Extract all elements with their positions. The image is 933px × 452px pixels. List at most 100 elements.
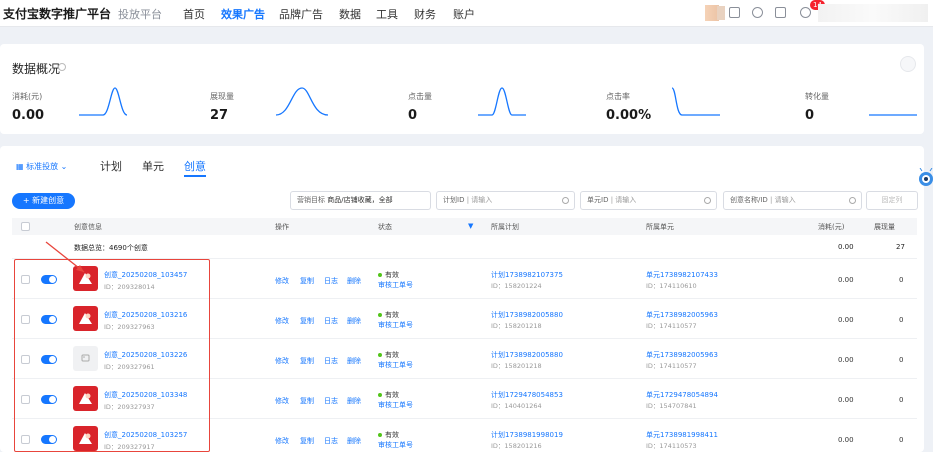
metric-cost: 消耗(元) 0.00 [12,91,44,123]
header-creative-info: 创意信息 [74,223,102,231]
header-impressions: 展现量 [874,223,895,231]
status-text: 有效 [378,390,399,400]
metric-ctr: 点击率 0.00% [606,91,651,123]
nav-brand-ads[interactable]: 品牌广告 [279,6,323,22]
unit-id: ID：174110577 [646,322,697,330]
mobile-icon[interactable] [729,7,740,18]
impressions-value: 0 [899,396,904,404]
edit-link[interactable]: 修改 [275,396,289,406]
delete-link[interactable]: 删除 [347,276,361,286]
copy-link[interactable]: 复制 [300,356,314,366]
unit-link[interactable]: 单元1738982005963 [646,350,718,360]
tab-plan[interactable]: 计划 [100,158,122,174]
delete-link[interactable]: 删除 [347,356,361,366]
review-ticket-link[interactable]: 审核工单号 [378,360,413,370]
review-ticket-link[interactable]: 审核工单号 [378,280,413,290]
select-all-checkbox[interactable] [21,222,30,231]
copy-link[interactable]: 复制 [300,436,314,446]
info-icon[interactable] [58,63,66,71]
nav-tools[interactable]: 工具 [376,6,398,22]
top-navigation-bar: 支付宝数字推广平台 投放平台 首页 效果广告 品牌广告 数据 工具 财务 账户 … [0,0,933,27]
copy-link[interactable]: 复制 [300,396,314,406]
header-unit: 所属单元 [646,223,674,231]
overview-title: 数据概况 [12,62,61,76]
sparkline-cost [79,87,127,116]
assistant-robot-icon[interactable] [917,168,933,188]
metric-value: 27 [210,108,229,123]
delete-link[interactable]: 删除 [347,316,361,326]
filter-icon[interactable]: ▼ [468,222,473,230]
plan-id-filter[interactable]: 计划ID | 请输入 [436,191,575,210]
review-ticket-link[interactable]: 审核工单号 [378,320,413,330]
tab-creative[interactable]: 创意 [184,158,206,174]
copy-link[interactable]: 复制 [300,276,314,286]
metric-clicks: 点击量 0 [408,91,432,123]
settings-icon[interactable] [900,56,916,72]
metric-conversions: 转化量 0 [805,91,829,123]
log-link[interactable]: 日志 [324,316,338,326]
edit-link[interactable]: 修改 [275,356,289,366]
status-dot [378,353,382,357]
unit-link[interactable]: 单元1738982107433 [646,270,718,280]
nav-performance-ads[interactable]: 效果广告 [221,6,265,22]
new-creative-button[interactable]: + 新建创意 [12,193,75,209]
brand-title: 支付宝数字推广平台 [3,7,112,21]
search-icon[interactable] [562,197,569,204]
fixed-column-button[interactable]: 固定列 [866,191,918,210]
review-ticket-link[interactable]: 审核工单号 [378,440,413,450]
sparkline-clicks [478,87,526,116]
metric-label: 转化量 [805,92,829,101]
cost-value: 0.00 [838,436,854,444]
plan-link[interactable]: 计划1738981998019 [491,430,563,440]
plan-link[interactable]: 计划1738982107375 [491,270,563,280]
copy-link[interactable]: 复制 [300,316,314,326]
edit-link[interactable]: 修改 [275,436,289,446]
log-link[interactable]: 日志 [324,436,338,446]
task-icon[interactable] [775,7,786,18]
tab-unit[interactable]: 单元 [142,158,164,174]
status-dot [378,393,382,397]
summary-cost: 0.00 [838,243,854,251]
summary-impressions: 27 [896,243,905,251]
log-link[interactable]: 日志 [324,356,338,366]
plan-id: ID：158201218 [491,362,542,370]
nav-data[interactable]: 数据 [339,6,361,22]
search-icon[interactable] [849,197,856,204]
delivery-mode-select[interactable]: ▦ 标准投放 ⌄ [16,161,67,172]
plan-link[interactable]: 计划1738982005880 [491,310,563,320]
review-ticket-link[interactable]: 审核工单号 [378,400,413,410]
cost-value: 0.00 [838,276,854,284]
nav-home[interactable]: 首页 [183,6,205,22]
impressions-value: 0 [899,356,904,364]
marketing-goal-filter[interactable]: 营销目标 商品/店铺收藏，全部 [290,191,431,210]
edit-link[interactable]: 修改 [275,316,289,326]
header-cost: 消耗(元) [818,223,845,231]
unit-link[interactable]: 单元1738982005963 [646,310,718,320]
unit-id-filter[interactable]: 单元ID | 请输入 [580,191,717,210]
help-icon[interactable] [752,7,763,18]
impressions-value: 0 [899,316,904,324]
nav-account[interactable]: 账户 [453,6,475,22]
nav-finance[interactable]: 财务 [414,6,436,22]
header-plan: 所属计划 [491,223,519,231]
delete-link[interactable]: 删除 [347,436,361,446]
bell-icon[interactable] [800,7,811,18]
plan-id: ID：158201218 [491,322,542,330]
status-text: 有效 [378,310,399,320]
expand-icon[interactable] [873,56,889,72]
data-overview-card: 数据概况 消耗(元) 0.00 展现量 27 点击量 0 点击率 0.00% 转… [0,44,924,134]
log-link[interactable]: 日志 [324,396,338,406]
unit-link[interactable]: 单元1738981998411 [646,430,718,440]
plan-link[interactable]: 计划1738982005880 [491,350,563,360]
creative-name-filter[interactable]: 创意名称/ID | 请输入 [723,191,862,210]
plan-link[interactable]: 计划1729478054853 [491,390,563,400]
metric-label: 消耗(元) [12,92,43,101]
blurred-avatar-part [717,6,725,20]
log-link[interactable]: 日志 [324,276,338,286]
search-icon[interactable] [704,197,711,204]
status-text: 有效 [378,430,399,440]
edit-link[interactable]: 修改 [275,276,289,286]
delete-link[interactable]: 删除 [347,396,361,406]
impressions-value: 0 [899,276,904,284]
unit-link[interactable]: 单元1729478054894 [646,390,718,400]
